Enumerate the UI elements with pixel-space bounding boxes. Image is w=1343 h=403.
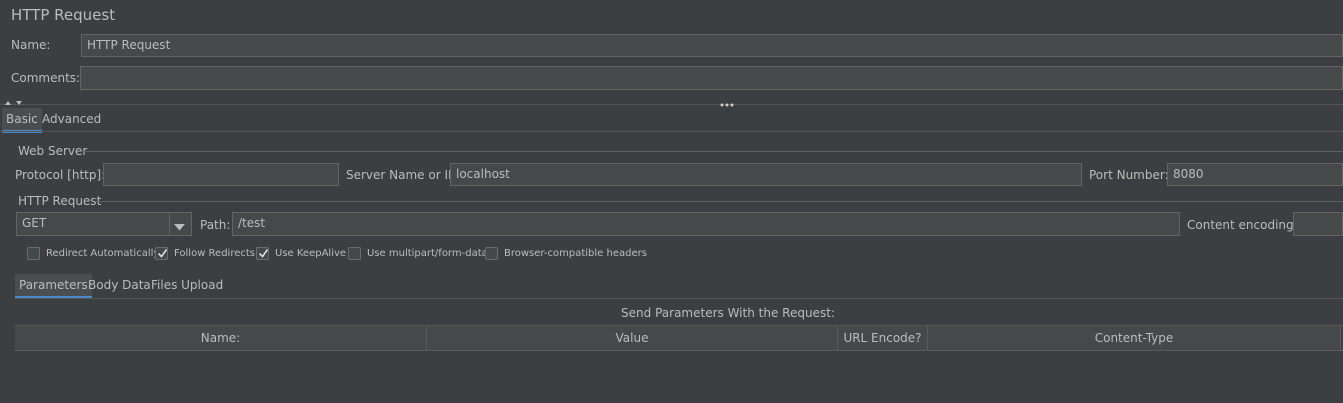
column-header-name[interactable]: Name: [15, 326, 427, 350]
params-caption: Send Parameters With the Request: [621, 306, 835, 320]
server-name-label: Server Name or IP: [346, 168, 460, 182]
browser-compatible-label: Browser-compatible headers [504, 248, 647, 259]
method-value: GET [22, 216, 47, 230]
follow-redirects-checkbox[interactable] [155, 247, 168, 260]
protocol-label: Protocol [http]: [15, 168, 106, 182]
tab-files-upload[interactable]: Files Upload [147, 274, 227, 296]
name-input[interactable]: HTTP Request [81, 34, 1343, 57]
chevron-down-icon[interactable] [174, 220, 185, 234]
use-keepalive-label: Use KeepAlive [275, 248, 347, 259]
http-request-group-line [96, 201, 1343, 202]
content-encoding-label: Content encoding: [1187, 218, 1298, 232]
port-input[interactable]: 8080 [1167, 163, 1343, 186]
web-server-legend: Web Server [18, 144, 88, 158]
method-select[interactable]: GET [16, 212, 192, 236]
params-table-body[interactable] [15, 351, 1343, 403]
tab-parameters[interactable]: Parameters [15, 274, 92, 299]
tab-advanced[interactable]: Advanced [38, 108, 105, 130]
splitter-line [0, 104, 1343, 105]
browser-compatible-checkbox[interactable] [485, 247, 498, 260]
use-keepalive-checkbox[interactable] [256, 247, 269, 260]
check-icon [258, 249, 269, 258]
comments-label: Comments: [11, 71, 81, 85]
port-label: Port Number: [1089, 168, 1169, 182]
comments-input[interactable] [80, 66, 1343, 90]
server-name-input[interactable]: localhost [450, 163, 1082, 186]
method-select-separator [169, 213, 170, 235]
path-label: Path: [200, 218, 231, 232]
column-header-value[interactable]: Value [427, 326, 838, 350]
column-header-url-encode[interactable]: URL Encode? [838, 326, 928, 350]
http-request-legend: HTTP Request [18, 194, 102, 208]
name-label: Name: [11, 38, 51, 52]
path-input[interactable]: /test [232, 212, 1180, 236]
content-encoding-input[interactable] [1293, 212, 1343, 236]
subtabs-divider [15, 298, 1343, 299]
use-multipart-label: Use multipart/form-data [367, 248, 488, 259]
tab-basic[interactable]: Basic [2, 108, 42, 133]
redirect-automatically-checkbox[interactable] [27, 247, 40, 260]
redirect-automatically-label: Redirect Automatically [46, 248, 160, 259]
use-multipart-checkbox[interactable] [348, 247, 361, 260]
tabs-divider [0, 131, 1343, 132]
check-icon [157, 249, 168, 258]
panel-title: HTTP Request [11, 6, 116, 24]
tab-body-data[interactable]: Body Data [84, 274, 155, 296]
web-server-group-line [82, 151, 1343, 152]
follow-redirects-label: Follow Redirects [174, 248, 255, 259]
column-header-content-type[interactable]: Content-Type [928, 326, 1341, 350]
protocol-input[interactable] [103, 163, 339, 186]
more-dots-icon[interactable] [720, 97, 734, 111]
